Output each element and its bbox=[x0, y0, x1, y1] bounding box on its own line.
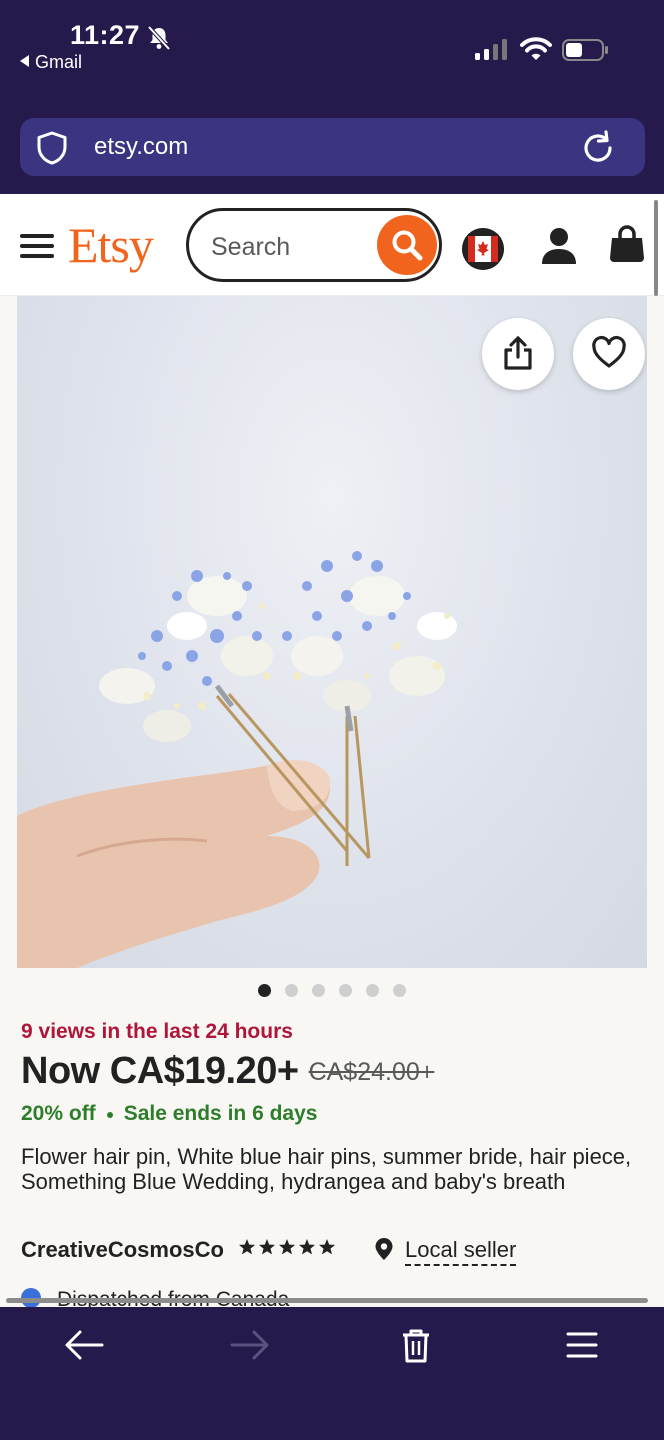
back-to-app-link[interactable]: Gmail bbox=[20, 52, 82, 73]
views-notice: 9 views in the last 24 hours bbox=[21, 1020, 293, 1043]
address-bar[interactable]: etsy.com bbox=[20, 118, 645, 176]
site-header: Etsy Search bbox=[0, 194, 664, 296]
search-input[interactable]: Search bbox=[186, 208, 442, 282]
browser-address-area: etsy.com bbox=[0, 110, 664, 194]
price-row: Now CA$19.20+ CA$24.00+ bbox=[21, 1050, 434, 1093]
share-button[interactable] bbox=[482, 318, 554, 390]
carousel-dot[interactable] bbox=[312, 984, 325, 997]
bag-icon[interactable] bbox=[608, 224, 646, 264]
web-page: Etsy Search 9 views in the last 24 hours… bbox=[0, 194, 664, 1307]
horizontal-scrollbar[interactable] bbox=[6, 1298, 648, 1303]
heart-icon bbox=[592, 335, 626, 368]
seller-row: CreativeCosmosCo Local seller bbox=[21, 1237, 517, 1267]
forward-arrow-icon[interactable] bbox=[228, 1327, 272, 1363]
search-button[interactable] bbox=[377, 215, 437, 275]
signal-icon bbox=[475, 39, 507, 60]
canada-flag-icon[interactable] bbox=[462, 228, 504, 270]
star-icon bbox=[239, 1239, 256, 1255]
product-title: Flower hair pin, White blue hair pins, s… bbox=[21, 1144, 632, 1194]
carousel-dot[interactable] bbox=[339, 984, 352, 997]
search-icon bbox=[392, 230, 423, 261]
carousel-dot[interactable] bbox=[285, 984, 298, 997]
bell-slash-icon bbox=[147, 26, 171, 50]
back-app-label: Gmail bbox=[35, 52, 83, 72]
battery-icon bbox=[562, 39, 608, 61]
shop-name-link[interactable]: CreativeCosmosCo bbox=[21, 1237, 224, 1262]
star-icon bbox=[319, 1239, 336, 1255]
carousel-dot[interactable] bbox=[258, 984, 271, 997]
wifi-icon bbox=[520, 37, 552, 60]
trash-icon[interactable] bbox=[394, 1327, 438, 1363]
user-icon[interactable] bbox=[540, 226, 578, 266]
carousel-dot[interactable] bbox=[393, 984, 406, 997]
local-seller-badge[interactable]: Local seller bbox=[373, 1237, 517, 1266]
product-photo-illustration bbox=[17, 551, 457, 968]
rating-stars bbox=[239, 1239, 336, 1255]
hamburger-icon[interactable] bbox=[20, 234, 54, 260]
discount-label: 20% off bbox=[21, 1102, 96, 1125]
search-placeholder: Search bbox=[211, 233, 291, 261]
carousel-dot[interactable] bbox=[366, 984, 379, 997]
local-seller-label: Local seller bbox=[405, 1237, 517, 1266]
star-icon bbox=[299, 1239, 316, 1255]
star-icon bbox=[279, 1239, 296, 1255]
current-price: Now CA$19.20+ bbox=[21, 1050, 299, 1092]
location-pin-icon bbox=[375, 1238, 393, 1260]
status-bar: 11:27 Gmail bbox=[0, 0, 664, 110]
back-arrow-icon[interactable] bbox=[62, 1327, 106, 1363]
star-icon bbox=[259, 1239, 276, 1255]
sale-ends-label: Sale ends in 6 days bbox=[123, 1102, 318, 1125]
url-text: etsy.com bbox=[94, 133, 189, 160]
shield-icon bbox=[37, 131, 67, 165]
reload-icon[interactable] bbox=[580, 130, 616, 166]
product-image[interactable] bbox=[17, 296, 647, 968]
browser-toolbar bbox=[0, 1307, 664, 1440]
share-icon bbox=[504, 336, 532, 370]
page-scrollbar[interactable] bbox=[654, 200, 658, 296]
original-price: CA$24.00+ bbox=[308, 1058, 435, 1086]
menu-icon[interactable] bbox=[560, 1327, 604, 1363]
etsy-logo[interactable]: Etsy bbox=[68, 216, 154, 274]
favorite-button[interactable] bbox=[573, 318, 645, 390]
status-time: 11:27 bbox=[70, 20, 141, 50]
sale-info: 20% off Sale ends in 6 days bbox=[21, 1102, 317, 1126]
